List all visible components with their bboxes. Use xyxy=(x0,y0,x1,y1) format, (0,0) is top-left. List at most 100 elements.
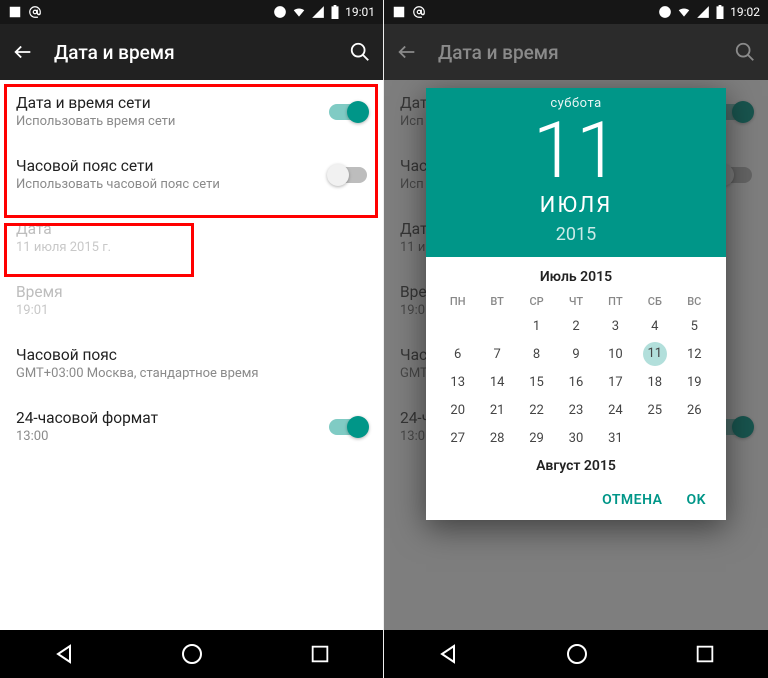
calendar-day[interactable]: 25 xyxy=(635,396,674,424)
status-bar: 19:01 xyxy=(0,0,383,24)
row-timezone[interactable]: Часовой пояс GMT+03:00 Москва, стандартн… xyxy=(0,332,383,395)
search-icon xyxy=(734,41,756,63)
calendar-day[interactable]: 31 xyxy=(596,424,635,452)
calendar-day[interactable]: 7 xyxy=(477,340,516,368)
calendar-month-label: Август 2015 xyxy=(438,458,714,474)
wifi-icon xyxy=(292,5,306,19)
calendar-day[interactable]: 18 xyxy=(635,368,674,396)
picker-weekday: суббота xyxy=(426,96,726,111)
calendar-grid: ПН ВТ СР ЧТ ПТ СБ ВС ..12345 6789101112 … xyxy=(438,291,714,452)
status-bar: 19:02 xyxy=(384,0,768,24)
row-subtitle: 11 июля 2015 г. xyxy=(16,240,367,255)
calendar-day[interactable]: 20 xyxy=(438,396,477,424)
row-time: Время 19:01 xyxy=(0,269,383,332)
calendar-day[interactable]: 30 xyxy=(556,424,595,452)
calendar-day[interactable]: 15 xyxy=(517,368,556,396)
calendar-day[interactable]: 13 xyxy=(438,368,477,396)
picker-day[interactable]: 11 xyxy=(426,111,726,193)
nav-back-icon[interactable] xyxy=(436,642,460,666)
calendar-day[interactable]: 23 xyxy=(556,396,595,424)
calendar-day[interactable]: 21 xyxy=(477,396,516,424)
nav-recent-icon[interactable] xyxy=(694,643,716,665)
row-title: Время xyxy=(16,283,367,301)
nav-bar xyxy=(384,630,768,678)
row-title: Часовой пояс сети xyxy=(16,157,329,175)
calendar-day[interactable]: 27 xyxy=(438,424,477,452)
status-clock: 19:02 xyxy=(730,5,760,19)
calendar-day[interactable]: 19 xyxy=(675,368,714,396)
row-subtitle: 19:01 xyxy=(16,303,367,318)
battery-icon xyxy=(715,5,725,19)
weekday-header: ЧТ xyxy=(556,291,595,312)
no-sim-icon xyxy=(658,5,672,19)
calendar-day[interactable]: 29 xyxy=(517,424,556,452)
status-clock: 19:01 xyxy=(345,5,375,19)
calendar-day[interactable]: 4 xyxy=(635,312,674,340)
signal-icon xyxy=(311,5,325,19)
calendar-day[interactable]: 16 xyxy=(556,368,595,396)
picker-month: ИЮЛЯ xyxy=(426,193,726,218)
calendar-day[interactable]: 10 xyxy=(596,340,635,368)
picker-year[interactable]: 2015 xyxy=(426,224,726,245)
calendar-day[interactable]: 1 xyxy=(517,312,556,340)
calendar-day[interactable]: 22 xyxy=(517,396,556,424)
row-title: Дата и время сети xyxy=(16,94,329,112)
weekday-header: ПТ xyxy=(596,291,635,312)
signal-icon xyxy=(696,5,710,19)
nav-back-icon[interactable] xyxy=(52,642,76,666)
weekday-header: ПН xyxy=(438,291,477,312)
row-subtitle: Использовать часовой пояс сети xyxy=(16,177,329,192)
appbar-title: Дата и время xyxy=(438,41,559,64)
calendar-day[interactable]: 6 xyxy=(438,340,477,368)
row-network-timezone[interactable]: Часовой пояс сети Использовать часовой п… xyxy=(0,143,383,206)
row-subtitle: Использовать время сети xyxy=(16,114,329,129)
nav-recent-icon[interactable] xyxy=(309,643,331,665)
image-icon xyxy=(8,5,22,19)
weekday-header: ВС xyxy=(675,291,714,312)
back-icon[interactable] xyxy=(12,41,34,63)
nav-bar xyxy=(0,630,383,678)
calendar-day[interactable]: 9 xyxy=(556,340,595,368)
appbar-title: Дата и время xyxy=(54,41,175,64)
at-icon xyxy=(412,5,426,19)
image-icon xyxy=(392,5,406,19)
screenshot-left: 19:01 Дата и время Дата и время сети Исп… xyxy=(0,0,384,678)
battery-icon xyxy=(330,5,340,19)
ok-button[interactable]: OK xyxy=(686,492,706,508)
calendar-day[interactable]: 26 xyxy=(675,396,714,424)
wifi-icon xyxy=(677,5,691,19)
cancel-button[interactable]: ОТМЕНА xyxy=(602,492,662,508)
switch-24h[interactable] xyxy=(329,419,367,435)
calendar-day[interactable]: 5 xyxy=(675,312,714,340)
app-bar: Дата и время xyxy=(0,24,383,80)
row-network-datetime[interactable]: Дата и время сети Использовать время сет… xyxy=(0,80,383,143)
calendar-day[interactable]: 28 xyxy=(477,424,516,452)
calendar-body[interactable]: Июль 2015 ПН ВТ СР ЧТ ПТ СБ ВС ..12345 6… xyxy=(426,257,726,480)
row-subtitle: GMT+03:00 Москва, стандартное время xyxy=(16,366,367,381)
search-icon[interactable] xyxy=(349,41,371,63)
calendar-day[interactable]: 17 xyxy=(596,368,635,396)
row-24h[interactable]: 24-часовой формат 13:00 xyxy=(0,395,383,458)
date-picker-header: суббота 11 ИЮЛЯ 2015 xyxy=(426,88,726,257)
weekday-header: СБ xyxy=(635,291,674,312)
weekday-header: СР xyxy=(517,291,556,312)
row-title: 24-часовой формат xyxy=(16,409,329,427)
calendar-day[interactable]: 8 xyxy=(517,340,556,368)
settings-list: Дата и время сети Использовать время сет… xyxy=(0,80,383,630)
calendar-day[interactable]: 2 xyxy=(556,312,595,340)
settings-list-dimmed: Дат Исп Час Исп Дат 11 и xyxy=(384,80,768,630)
screenshot-right: 19:02 Дата и время Дат Исп Час xyxy=(384,0,768,678)
calendar-day[interactable]: 14 xyxy=(477,368,516,396)
at-icon xyxy=(28,5,42,19)
switch-network-timezone[interactable] xyxy=(329,167,367,183)
date-picker-dialog: суббота 11 ИЮЛЯ 2015 Июль 2015 ПН ВТ СР … xyxy=(426,88,726,520)
back-icon xyxy=(396,41,418,63)
calendar-day[interactable]: 3 xyxy=(596,312,635,340)
nav-home-icon[interactable] xyxy=(180,642,204,666)
calendar-day[interactable]: 12 xyxy=(675,340,714,368)
calendar-day[interactable]: 24 xyxy=(596,396,635,424)
switch-network-datetime[interactable] xyxy=(329,104,367,120)
row-subtitle: 13:00 xyxy=(16,429,329,444)
calendar-day-selected[interactable]: 11 xyxy=(635,340,674,368)
nav-home-icon[interactable] xyxy=(565,642,589,666)
